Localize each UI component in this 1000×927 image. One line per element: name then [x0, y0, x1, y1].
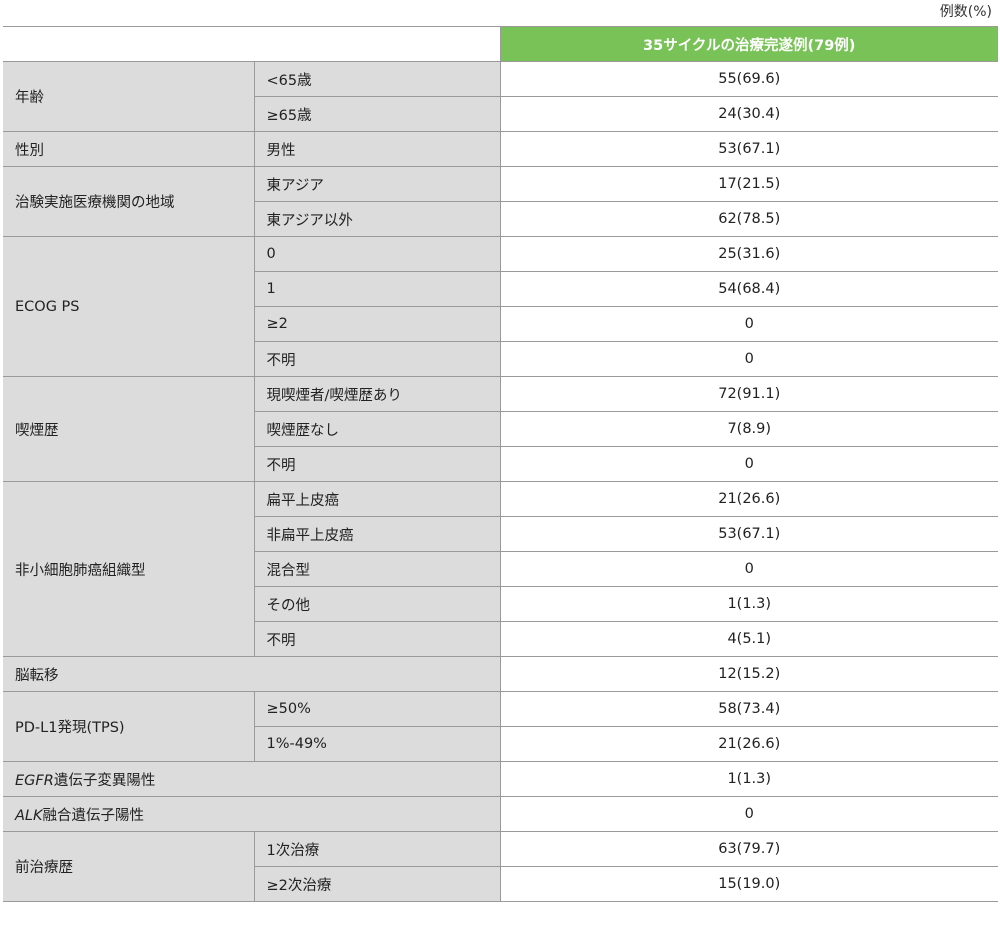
table-row: 非小細胞肺癌組織型 扁平上皮癌 21(26.6) [3, 481, 998, 657]
category-label: 年齢 [15, 90, 44, 106]
subcategory-cell: ≥2次治療 [254, 866, 501, 902]
value-cell: 55(69.6) [500, 61, 998, 97]
category-italic-prefix: ALK [15, 807, 43, 824]
value-cell: 15(19.0) [500, 866, 998, 902]
table-body: 35サイクルの治療完遂例(79例) 年齢 <65歳 55(69.6) ≥65歳 24(3… [3, 26, 998, 902]
subcategory-cell: 1次治療 [254, 831, 501, 867]
value-cell: 54(68.4) [500, 271, 998, 307]
header-blank-cell [3, 26, 501, 62]
value-cell: 58(73.4) [500, 691, 998, 727]
characteristics-table: 35サイクルの治療完遂例(79例) 年齢 <65歳 55(69.6) ≥65歳 24(3… [3, 26, 998, 902]
category-label: 治験実施医療機関の地域 [15, 195, 175, 211]
category-cell: 喫煙歴 [3, 376, 255, 482]
subcategory-cell: 不明 [254, 446, 501, 482]
value-cell: 0 [500, 341, 998, 377]
value-cell: 1(1.3) [500, 761, 998, 797]
category-label: 脳転移 [15, 667, 59, 684]
value-cell: 0 [500, 551, 998, 587]
subcategory-cell: 現喫煙者/喫煙歴あり [254, 376, 501, 412]
value-cell: 1(1.3) [500, 586, 998, 622]
category-label: PD-L1発現(TPS) [15, 720, 125, 736]
value-cell: 21(26.6) [500, 481, 998, 517]
table-row: 治験実施医療機関の地域 東アジア 17(21.5) [3, 166, 998, 237]
category-label: 融合遺伝子陽性 [42, 807, 145, 824]
value-cell: 62(78.5) [500, 201, 998, 237]
category-label: 前治療歴 [15, 860, 73, 876]
category-cell: 年齢 [3, 61, 255, 132]
table-row: 性別 男性 53(67.1) [3, 131, 998, 167]
subcategory-cell: ≥50% [254, 691, 501, 727]
subcategory-cell: <65歳 [254, 61, 501, 97]
subcategory-cell: ≥2 [254, 306, 501, 342]
category-cell: ECOG PS [3, 236, 255, 377]
table-row: ALK融合遺伝子陽性 0 [3, 796, 998, 832]
value-cell: 0 [500, 446, 998, 482]
category-cell: PD-L1発現(TPS) [3, 691, 255, 762]
column-header: 35サイクルの治療完遂例(79例) [500, 26, 998, 62]
subcategory-cell: 扁平上皮癌 [254, 481, 501, 517]
value-cell: 53(67.1) [500, 516, 998, 552]
table-row: EGFR遺伝子変異陽性 1(1.3) [3, 761, 998, 797]
table-row: 脳転移 12(15.2) [3, 656, 998, 692]
subcategory-cell: 0 [254, 236, 501, 272]
unit-note: 例数(%) [939, 4, 992, 20]
subcategory-cell: その他 [254, 586, 501, 622]
category-cell: 非小細胞肺癌組織型 [3, 481, 255, 657]
category-cell: 脳転移 [3, 656, 501, 692]
value-cell: 53(67.1) [500, 131, 998, 167]
category-cell: EGFR遺伝子変異陽性 [3, 761, 501, 797]
subcategory-cell: ≥65歳 [254, 96, 501, 132]
subcategory-cell: 喫煙歴なし [254, 411, 501, 447]
table-header-row: 35サイクルの治療完遂例(79例) [3, 26, 998, 62]
category-cell: 前治療歴 [3, 831, 255, 902]
subcategory-cell: 1%-49% [254, 726, 501, 762]
value-cell: 72(91.1) [500, 376, 998, 412]
category-cell: ALK融合遺伝子陽性 [3, 796, 501, 832]
category-cell: 治験実施医療機関の地域 [3, 166, 255, 237]
category-label: 非小細胞肺癌組織型 [15, 562, 146, 579]
value-cell: 21(26.6) [500, 726, 998, 762]
subcategory-cell: 混合型 [254, 551, 501, 587]
value-cell: 24(30.4) [500, 96, 998, 132]
table-row: PD-L1発現(TPS) ≥50% 58(73.4) [3, 691, 998, 762]
value-cell: 17(21.5) [500, 166, 998, 202]
subcategory-cell: 東アジア以外 [254, 201, 501, 237]
table-row: 喫煙歴 現喫煙者/喫煙歴あり 72(91.1) [3, 376, 998, 482]
table-row: 前治療歴 1次治療 63(79.7) [3, 831, 998, 902]
category-label: ECOG PS [15, 298, 80, 315]
category-italic-prefix: EGFR [15, 772, 54, 789]
category-label: 遺伝子変異陽性 [53, 772, 156, 789]
value-cell: 25(31.6) [500, 236, 998, 272]
value-cell: 12(15.2) [500, 656, 998, 692]
value-cell: 63(79.7) [500, 831, 998, 867]
value-cell: 0 [500, 306, 998, 342]
subcategory-cell: 男性 [254, 131, 501, 167]
category-label: 性別 [15, 142, 44, 159]
category-label: 喫煙歴 [15, 422, 59, 439]
subcategory-cell: 不明 [254, 341, 501, 377]
value-cell: 4(5.1) [500, 621, 998, 657]
subcategory-cell: 1 [254, 271, 501, 307]
value-cell: 0 [500, 796, 998, 832]
value-cell: 7(8.9) [500, 411, 998, 447]
subcategory-cell: 東アジア [254, 166, 501, 202]
table-row: ECOG PS 0 25(31.6) [3, 236, 998, 377]
subcategory-cell: 不明 [254, 621, 501, 657]
category-cell: 性別 [3, 131, 255, 167]
subcategory-cell: 非扁平上皮癌 [254, 516, 501, 552]
table-row: 年齢 <65歳 55(69.6) [3, 61, 998, 132]
